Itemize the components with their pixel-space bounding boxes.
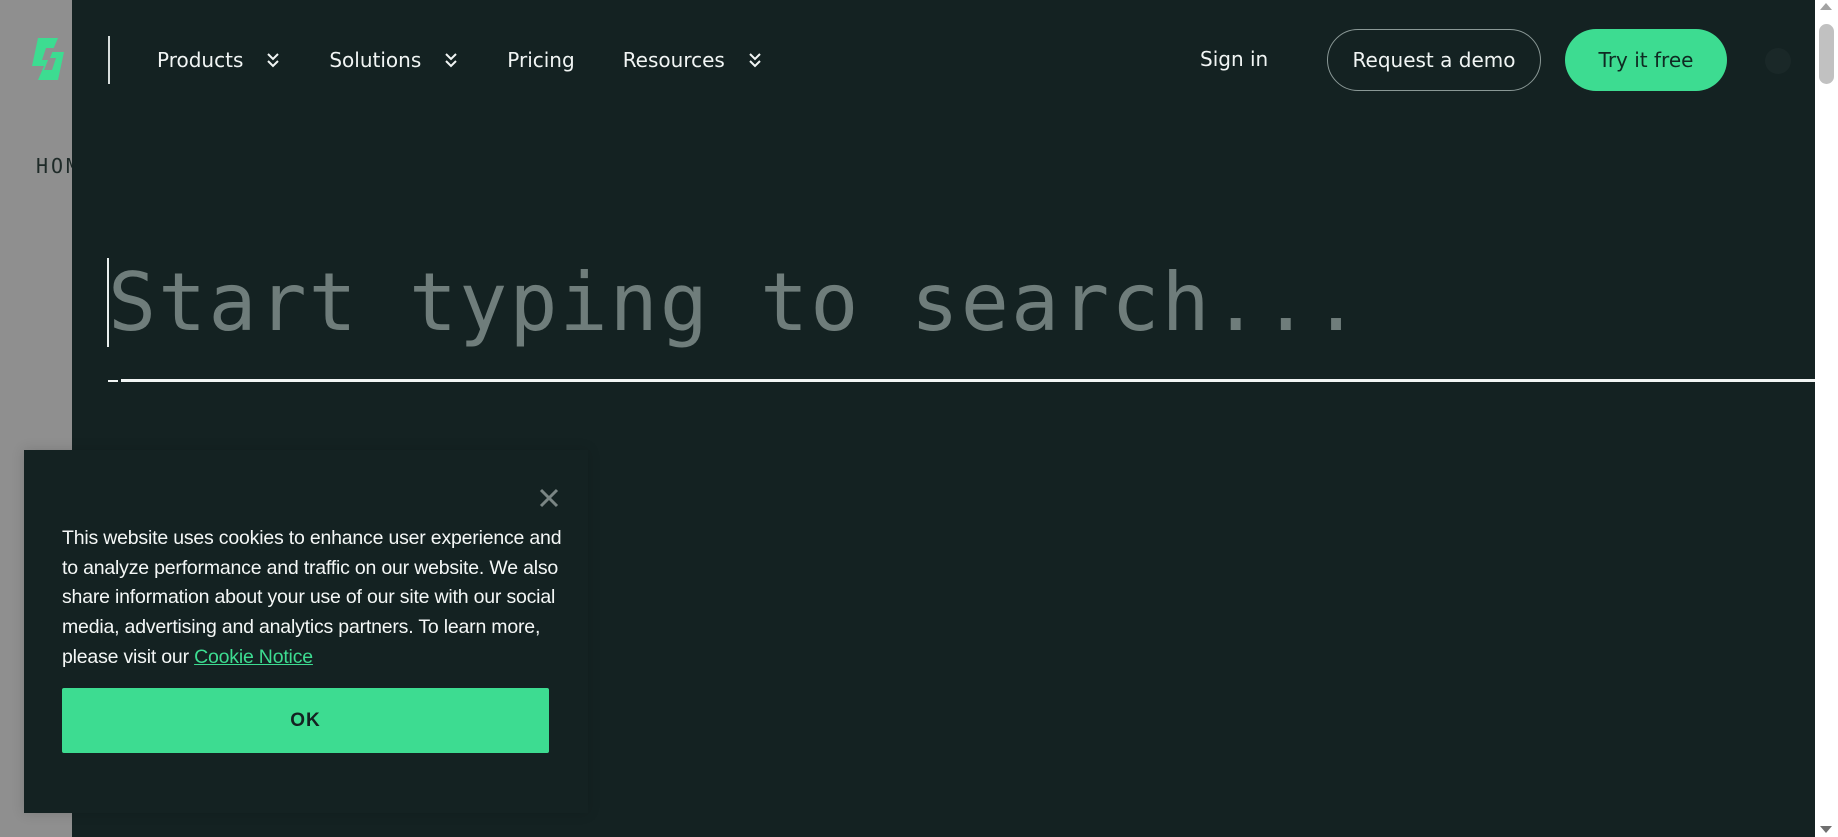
main-nav: Products Solutions Pricing Resources: [157, 40, 811, 80]
nav-item-label: Pricing: [507, 48, 575, 72]
nav-item-solutions[interactable]: Solutions: [329, 48, 459, 72]
cookie-ok-button[interactable]: OK: [62, 688, 549, 753]
brand-logo-icon: [32, 38, 64, 80]
cookie-message: This website uses cookies to enhance use…: [62, 524, 562, 673]
scrollbar[interactable]: [1815, 0, 1838, 837]
nav-divider: [108, 36, 110, 84]
nav-item-pricing[interactable]: Pricing: [507, 48, 574, 72]
scroll-down-arrow-icon[interactable]: [1820, 826, 1832, 833]
sign-in-link[interactable]: Sign in: [1200, 47, 1268, 71]
search-underline-stub: [108, 380, 118, 382]
scroll-up-arrow-icon[interactable]: [1820, 3, 1832, 10]
nav-item-resources[interactable]: Resources: [623, 48, 763, 72]
close-icon[interactable]: [537, 486, 561, 510]
nav-item-label: Solutions: [329, 48, 422, 72]
nav-item-label: Resources: [622, 48, 725, 72]
account-icon[interactable]: [1765, 48, 1791, 74]
search-underline: [121, 379, 1815, 382]
double-chevron-down-icon: [267, 53, 280, 68]
scroll-thumb[interactable]: [1819, 24, 1834, 84]
request-demo-button[interactable]: Request a demo: [1327, 29, 1541, 91]
nav-item-products[interactable]: Products: [157, 48, 281, 72]
cookie-notice-link[interactable]: Cookie Notice: [194, 646, 313, 668]
double-chevron-down-icon: [445, 53, 457, 68]
search-input[interactable]: [108, 252, 1808, 352]
cookie-banner: This website uses cookies to enhance use…: [24, 450, 588, 813]
text-caret: [107, 258, 109, 347]
try-free-button[interactable]: Try it free: [1565, 29, 1727, 91]
nav-item-label: Products: [157, 48, 244, 72]
double-chevron-down-icon: [749, 53, 761, 68]
